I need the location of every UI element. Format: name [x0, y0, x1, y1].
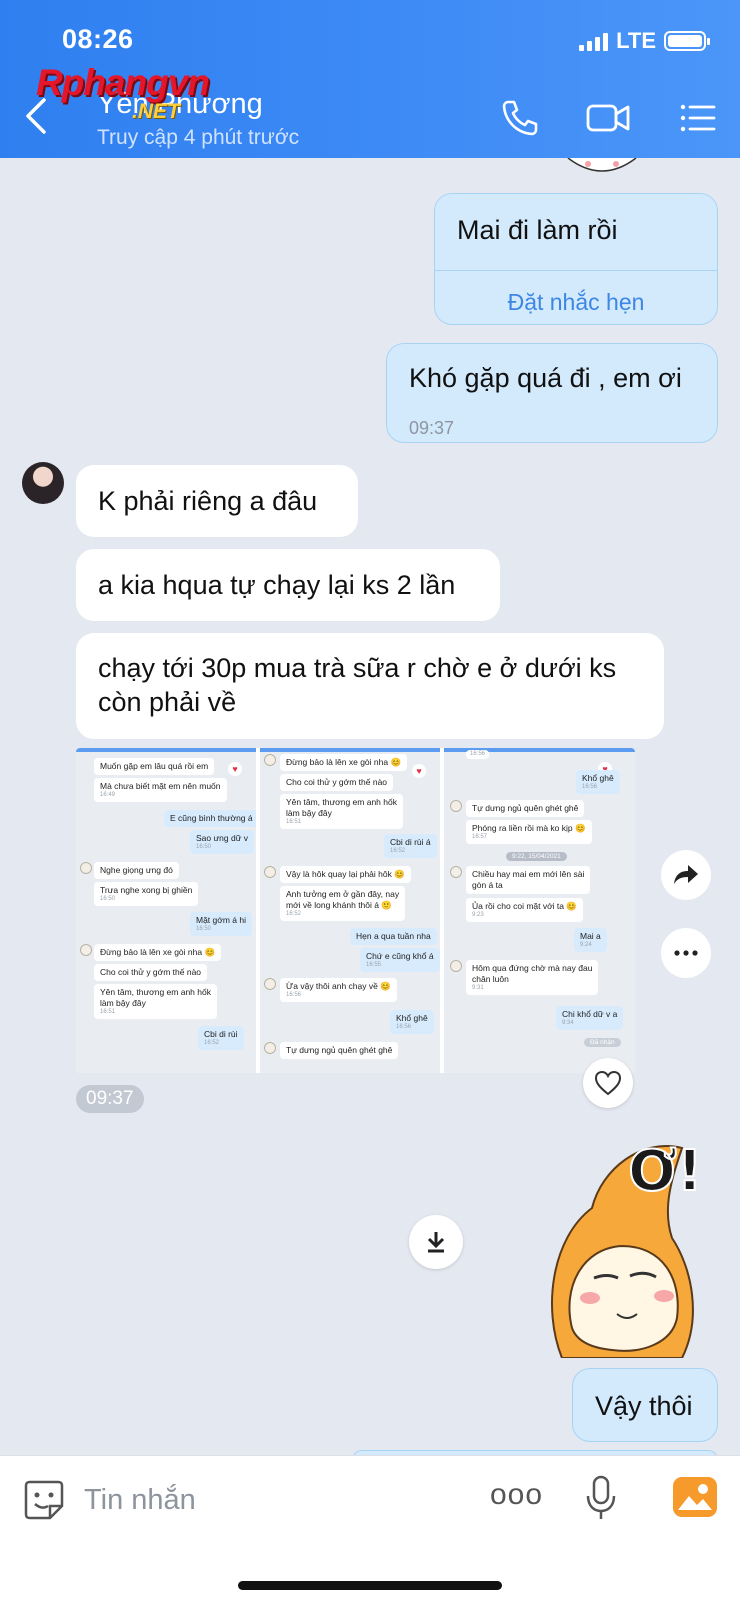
outgoing-message-bubble[interactable]: Mai đi làm rồi Đặt nhắc hẹn	[434, 193, 718, 325]
message-time: 09:37	[409, 418, 455, 438]
incoming-message-bubble[interactable]: chạy tới 30p mua trà sữa r chờ e ở dưới …	[76, 633, 664, 739]
phone-call-icon[interactable]	[498, 96, 542, 140]
watermark-logo: Rphangvn	[36, 62, 210, 103]
sticker-dog-image[interactable]: Ơ!	[532, 1128, 722, 1358]
watermark-logo-sub: .NET	[132, 100, 180, 123]
status-indicators: LTE	[579, 28, 710, 54]
chat-header: 08:26 LTE Yến Phương Truy cập 4 phút trư…	[0, 0, 740, 158]
download-arrow-icon	[427, 1232, 445, 1253]
message-text-line-2: còn phải về	[98, 687, 237, 717]
network-type: LTE	[616, 28, 656, 53]
screenshot-image-2[interactable]: Đừng bảo là lên xe gòi nha 😊 ♥ Cho coi t…	[260, 748, 440, 1073]
image-gallery-icon[interactable]	[672, 1476, 718, 1518]
battery-icon	[664, 31, 710, 51]
more-dots-icon	[674, 950, 698, 956]
photo-time-badge: 09:37	[76, 1085, 144, 1113]
message-text: a kia hqua tự chạy lại ks 2 lần	[98, 570, 456, 600]
share-forward-button[interactable]	[661, 850, 711, 900]
contact-avatar[interactable]	[22, 462, 64, 504]
svg-text:Ơ!: Ơ!	[628, 1139, 702, 1204]
scroll-to-bottom-button[interactable]	[409, 1215, 463, 1269]
signal-icon	[579, 31, 609, 51]
message-text-line-1: chạy tới 30p mua trà sữa r chờ e ở dưới …	[98, 653, 617, 683]
message-text: Khó gặp quá đi , em ơi	[409, 363, 682, 393]
heart-reaction-icon: ♥	[228, 762, 242, 776]
screenshot-image-3[interactable]: 16:56 ♥ Khổ ghê 16:56 Tự dưng ngủ quên gh…	[444, 748, 635, 1073]
forward-arrow-icon	[674, 865, 698, 884]
contact-last-seen: Truy cập 4 phút trước	[97, 126, 300, 149]
heart-outline-icon	[594, 1070, 622, 1096]
heart-reaction-icon: ♥	[412, 764, 426, 778]
incoming-message-bubble[interactable]: a kia hqua tự chạy lại ks 2 lần	[76, 549, 500, 621]
home-indicator	[238, 1581, 502, 1590]
outgoing-message-bubble[interactable]: Vậy thôi	[572, 1368, 718, 1442]
status-time: 08:26	[62, 24, 134, 54]
more-options-button[interactable]	[661, 928, 711, 978]
message-input[interactable]: Tin nhắn	[84, 1484, 196, 1517]
message-text: K phải riêng a đâu	[98, 486, 318, 516]
image-attachment-grid[interactable]: Muốn gặp em lâu quá rồi em ♥ Mà chưa biế…	[76, 748, 635, 1073]
message-text: Mai đi làm rồi	[457, 215, 618, 245]
react-heart-button[interactable]	[583, 1058, 633, 1108]
outgoing-message-bubble[interactable]: Khó gặp quá đi , em ơi 09:37	[386, 343, 718, 443]
set-reminder-link[interactable]: Đặt nhắc hẹn	[435, 284, 717, 320]
screenshot-image-1[interactable]: Muốn gặp em lâu quá rồi em ♥ Mà chưa biế…	[76, 748, 256, 1073]
sticker-emoji-icon[interactable]	[22, 1478, 66, 1522]
message-composer: Tin nhắn ooo	[0, 1455, 740, 1600]
divider	[435, 270, 717, 271]
more-options-icon[interactable]: ooo	[490, 1478, 543, 1512]
video-call-icon[interactable]	[584, 96, 632, 140]
message-text: Vậy thôi	[595, 1391, 693, 1421]
microphone-icon[interactable]	[584, 1474, 618, 1522]
menu-list-icon[interactable]	[678, 96, 718, 140]
sticker-partial-image	[567, 158, 637, 172]
incoming-message-bubble[interactable]: K phải riêng a đâu	[76, 465, 358, 537]
